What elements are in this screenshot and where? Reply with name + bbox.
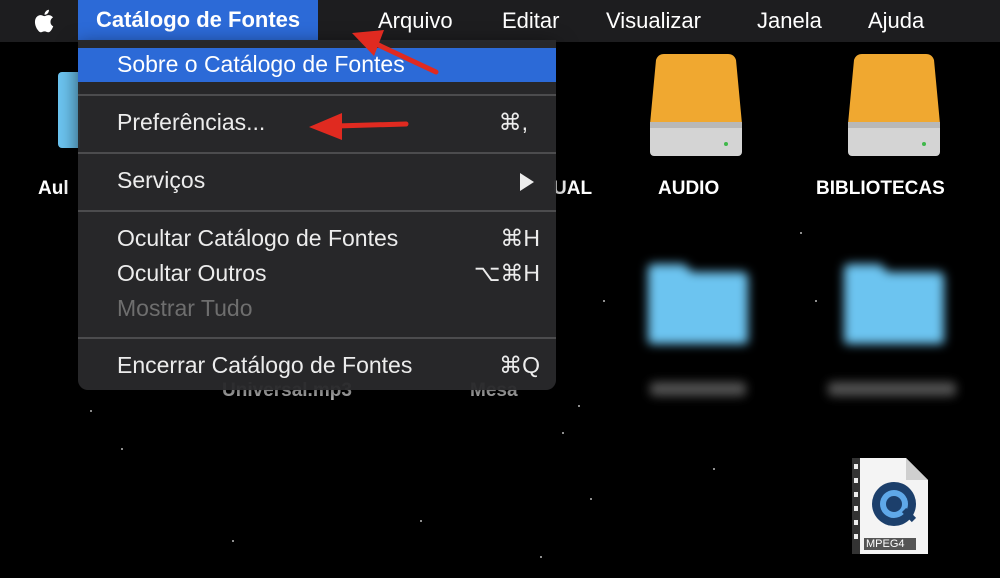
app-dropdown-menu: Sobre o Catálogo de Fontes Preferências.… [78,40,556,390]
menu-item-label: Encerrar Catálogo de Fontes [117,352,413,378]
menu-item-label: Serviços [117,167,206,193]
desktop-item-label: BIBLIOTECAS [816,178,945,199]
menu-item-label: Sobre o Catálogo de Fontes [117,51,405,77]
desktop-star [713,468,715,470]
menu-item-hide-app[interactable]: Ocultar Catálogo de Fontes ⌘H [78,222,556,256]
menu-janela[interactable]: Janela [757,0,822,42]
menu-editar[interactable]: Editar [502,0,559,42]
desktop-item-label: AUDIO [658,178,720,199]
folder-icon [648,264,748,344]
menu-item-shortcut: ⌥⌘H [473,260,540,286]
blurred-label [828,382,956,396]
menu-bar: Catálogo de Fontes Arquivo Editar Visual… [0,0,1000,42]
menu-item-label: Ocultar Outros [117,260,267,286]
menu-item-quit[interactable]: Encerrar Catálogo de Fontes ⌘Q [78,349,556,383]
menu-item-label: Ocultar Catálogo de Fontes [117,225,399,251]
desktop-star [232,540,234,542]
menu-item-shortcut: ⌘H [500,225,540,251]
submenu-arrow-icon [520,173,534,191]
menu-item-shortcut: ⌘, [498,109,528,135]
menu-separator [78,94,556,96]
desktop-star [540,556,542,558]
menu-separator [78,337,556,339]
desktop-star [121,448,123,450]
menu-separator [78,152,556,154]
desktop-star [603,300,605,302]
menu-ajuda[interactable]: Ajuda [868,0,924,42]
mpeg4-badge: MPEG4 [866,538,905,550]
menu-visualizar[interactable]: Visualizar [606,0,701,42]
desktop-star [578,405,580,407]
desktop-star [420,520,422,522]
menu-item-label: Mostrar Tudo [117,295,253,321]
desktop-star [800,232,802,234]
menu-app-name[interactable]: Catálogo de Fontes [78,0,319,40]
menu-arquivo[interactable]: Arquivo [378,0,453,42]
desktop-star [90,410,92,412]
apple-logo-icon[interactable] [30,6,60,36]
desktop-star [590,498,592,500]
menu-item-shortcut: ⌘Q [499,352,540,378]
menu-item-show-all: Mostrar Tudo [78,292,556,326]
menu-item-preferences[interactable]: Preferências... ⌘, [78,106,556,140]
menu-item-about[interactable]: Sobre o Catálogo de Fontes [78,48,556,82]
desktop-item-label-manual: UAL [553,178,593,199]
desktop-item-label: Aul [38,178,69,199]
desktop-star [815,300,817,302]
blurred-label [650,382,746,396]
menu-item-label: Preferências... [117,109,266,135]
hard-drive-icon [650,54,742,156]
menu-item-services[interactable]: Serviços [78,164,556,198]
menu-item-hide-others[interactable]: Ocultar Outros ⌥⌘H [78,257,556,291]
hard-drive-icon [848,54,940,156]
folder-icon [58,72,80,148]
menu-separator [78,210,556,212]
folder-icon [844,264,944,344]
desktop-star [562,432,564,434]
